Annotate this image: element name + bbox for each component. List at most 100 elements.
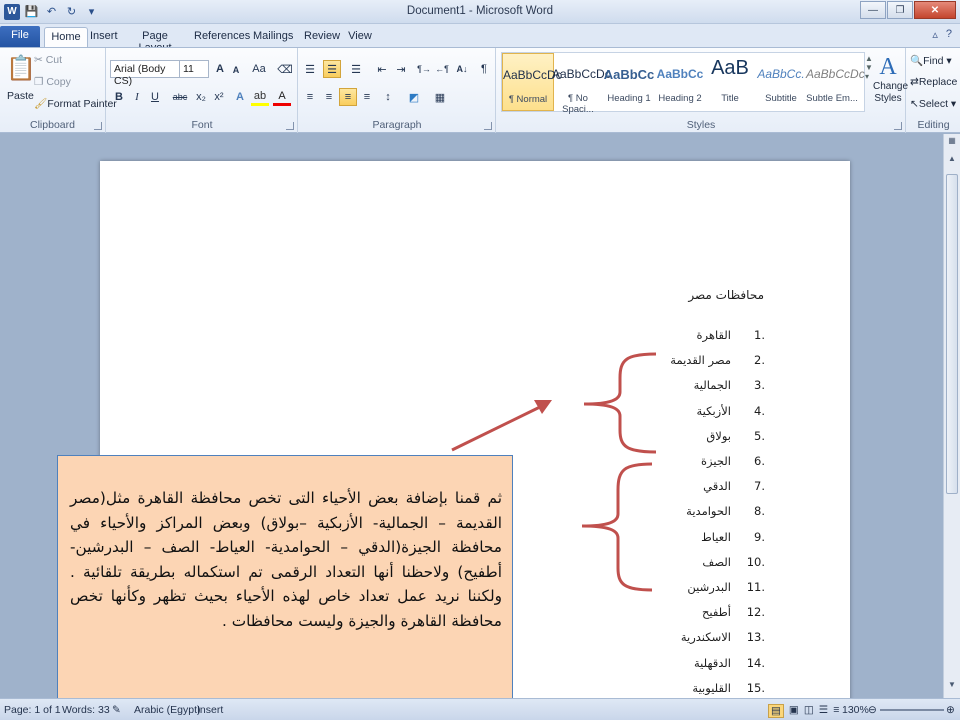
format-painter-button[interactable]: 🖌Format Painter (34, 97, 117, 110)
ribbon: 📋 Paste ✂ Cut ❐ Copy 🖌Format Painter Cli… (0, 47, 960, 133)
justify-icon[interactable]: ≡ (358, 88, 376, 106)
proofing-icon[interactable]: ✎ (112, 704, 121, 716)
list-item: 7. الدقي (605, 479, 765, 499)
print-layout-icon[interactable]: ▤ (768, 704, 784, 718)
style-subtle-emphasis[interactable]: AaBbCcDc Subtle Em... (806, 53, 865, 111)
tab-view[interactable]: View (348, 27, 372, 47)
line-spacing-icon[interactable]: ↕ (379, 88, 397, 106)
find-button[interactable]: 🔍Find ▾ (910, 54, 952, 67)
list-item: 1. القاهرة (605, 328, 765, 348)
list-item: 13. الاسكندرية (605, 630, 765, 650)
style-title[interactable]: AaB Title (704, 53, 756, 111)
change-case-button[interactable]: Aa (248, 60, 270, 78)
web-layout-icon[interactable]: ◫ (804, 704, 814, 718)
strikethrough-button[interactable]: abc (170, 88, 190, 106)
scroll-down-icon[interactable]: ▼ (944, 680, 960, 694)
tab-home[interactable]: Home (44, 27, 88, 47)
tab-mailings[interactable]: Mailings (253, 27, 293, 47)
multilevel-list-icon[interactable]: ☰ (347, 60, 365, 78)
align-right-icon[interactable]: ≡ (339, 88, 357, 106)
text-effects-icon[interactable]: A (231, 88, 249, 106)
bold-button[interactable]: B (110, 88, 128, 106)
sort-icon[interactable]: A↓ (453, 60, 471, 78)
shading-icon[interactable]: ◩ (405, 88, 423, 106)
font-size-combo[interactable]: 11 (179, 60, 209, 78)
clipboard-label: Clipboard (30, 119, 75, 131)
zoom-out-icon[interactable]: ⊖ (868, 704, 877, 716)
copy-button[interactable]: ❐ Copy (34, 76, 71, 88)
shrink-font-button[interactable]: A (227, 61, 245, 79)
clipboard-launcher[interactable] (94, 122, 102, 130)
full-screen-icon[interactable]: ▣ (789, 704, 799, 718)
restore-button[interactable]: ❐ (887, 1, 913, 19)
zoom-level[interactable]: 130% (842, 704, 869, 716)
tab-page-layout[interactable]: Page Layout (130, 27, 180, 54)
minimize-button[interactable]: — (860, 1, 886, 19)
paste-icon[interactable]: 📋 (6, 54, 36, 90)
list-text: الدقهلية (694, 655, 731, 670)
numbering-icon[interactable]: ☰ (323, 60, 341, 78)
paste-button[interactable]: Paste (7, 90, 34, 102)
tab-insert[interactable]: Insert (90, 27, 118, 47)
italic-button[interactable]: I (128, 88, 146, 106)
align-left-icon[interactable]: ≡ (301, 88, 319, 106)
ruler-toggle-icon[interactable]: ▦ (944, 136, 960, 150)
styles-launcher[interactable] (894, 122, 902, 130)
language-status[interactable]: Arabic (Egypt) (134, 704, 201, 716)
status-bar: Page: 1 of 1 Words: 33 ✎ Arabic (Egypt) … (0, 698, 960, 720)
style-heading-1[interactable]: AaBbCc Heading 1 (603, 53, 655, 111)
font-name-combo[interactable]: Arial (Body CS) (110, 60, 180, 87)
replace-button[interactable]: ⇄Replace (910, 76, 957, 88)
rtl-icon[interactable]: ←¶ (433, 60, 451, 78)
style-heading-2[interactable]: AaBbCc Heading 2 (654, 53, 706, 111)
insert-mode[interactable]: Insert (197, 704, 223, 716)
outline-icon[interactable]: ☰ (819, 704, 828, 718)
list-item: 14. الدقهلية (605, 656, 765, 676)
bullets-icon[interactable]: ☰ (301, 60, 319, 78)
subscript-button[interactable]: x₂ (192, 88, 210, 106)
highlight-icon[interactable]: ab (251, 88, 269, 106)
superscript-button[interactable]: x² (210, 88, 228, 106)
style-subtitle[interactable]: AaBbCc. Subtitle (755, 53, 807, 111)
select-button[interactable]: ↖Select ▾ (910, 98, 956, 110)
list-item: 8. الحوامدية (605, 504, 765, 524)
tab-file[interactable]: File (0, 26, 40, 47)
font-launcher[interactable] (286, 122, 294, 130)
clear-formatting-icon[interactable]: ⌫ (276, 60, 294, 78)
show-formatting-button[interactable]: ¶ (475, 60, 493, 78)
minimize-ribbon-icon[interactable]: ▵ (932, 28, 938, 41)
tab-review[interactable]: Review (304, 27, 340, 47)
word-count[interactable]: Words: 33 (62, 704, 110, 716)
list-item: 4. الأزبكية (605, 404, 766, 424)
paragraph-launcher[interactable] (484, 122, 492, 130)
close-button[interactable]: ✕ (914, 1, 956, 19)
list-item: 15. القليوبية (605, 681, 765, 698)
list-item: 6. الجيزة (605, 454, 765, 474)
tab-references[interactable]: References (194, 27, 250, 47)
editing-group: 🔍Find ▾ ⇄Replace ↖Select ▾ Editing (907, 48, 960, 133)
list-number: 3. (754, 378, 765, 393)
list-number: 11. (746, 580, 765, 594)
zoom-slider[interactable] (880, 709, 944, 711)
font-color-icon[interactable]: A (273, 88, 291, 106)
decrease-indent-icon[interactable]: ⇤ (373, 60, 391, 78)
scroll-up-icon[interactable]: ▲ (944, 154, 960, 168)
increase-indent-icon[interactable]: ⇥ (392, 60, 410, 78)
vertical-scrollbar[interactable]: ▦ ▲ ▼ (943, 134, 960, 698)
zoom-in-icon[interactable]: ⊕ (946, 704, 955, 716)
list-number: 15. (746, 680, 765, 695)
ribbon-right-controls: ▵ ? (932, 28, 952, 41)
cut-button[interactable]: ✂ Cut (34, 54, 62, 66)
change-styles-button[interactable]: A Change Styles (873, 54, 908, 105)
list-text: بولاق (706, 428, 731, 443)
draft-icon[interactable]: ≡ (833, 704, 839, 718)
ltr-icon[interactable]: ¶→ (415, 60, 433, 78)
page-count[interactable]: Page: 1 of 1 (4, 704, 61, 716)
align-center-icon[interactable]: ≡ (320, 88, 338, 106)
underline-button[interactable]: U (146, 88, 164, 106)
style-normal[interactable]: AaBbCcDc ¶ Normal (502, 53, 562, 111)
borders-icon[interactable]: ▦ (431, 88, 449, 106)
help-icon[interactable]: ? (946, 28, 952, 41)
style-no-spacing[interactable]: AaBbCcDc ¶ No Spaci... (552, 53, 611, 115)
scroll-thumb[interactable] (946, 174, 958, 494)
